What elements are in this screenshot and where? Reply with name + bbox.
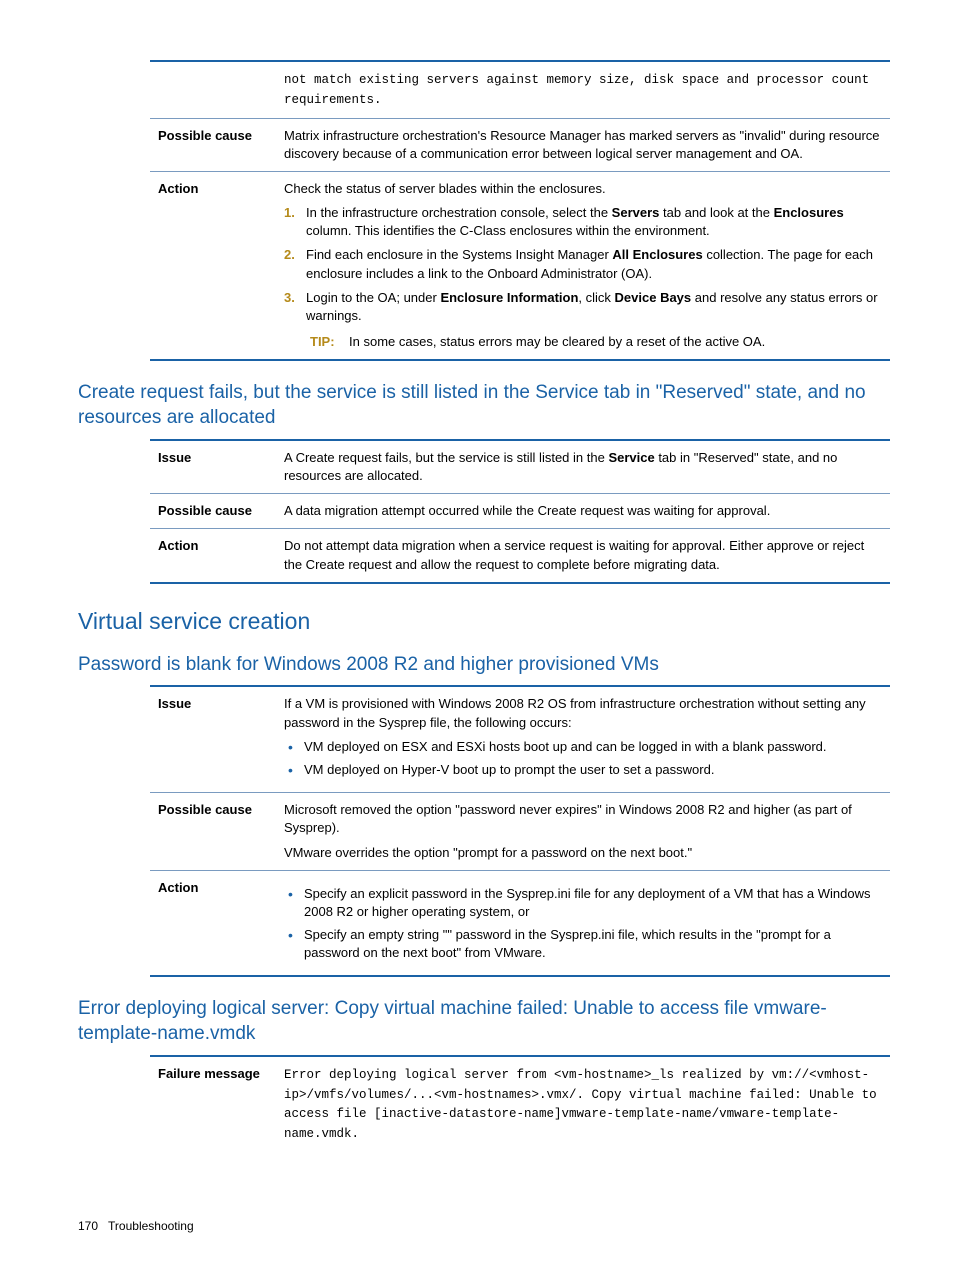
list-item: Specify an empty string "" password in t… xyxy=(284,926,882,962)
cell-content: not match existing servers against memor… xyxy=(276,61,890,118)
cell-content: Check the status of server blades within… xyxy=(276,171,890,360)
step-number: 3. xyxy=(284,289,295,307)
cell-content: A Create request fails, but the service … xyxy=(276,440,890,494)
tip-label: TIP: xyxy=(310,334,335,349)
cell-content: Error deploying logical server from <vm-… xyxy=(276,1056,890,1152)
table-row: Possible cause Matrix infrastructure orc… xyxy=(150,118,890,171)
tip-text: In some cases, status errors may be clea… xyxy=(349,334,765,349)
cell-label: Possible cause xyxy=(150,494,276,529)
page-number: 170 xyxy=(78,1219,98,1233)
step-number: 1. xyxy=(284,204,295,222)
cause-line-1: Microsoft removed the option "password n… xyxy=(284,801,882,837)
cell-content: A data migration attempt occurred while … xyxy=(276,494,890,529)
table-create-request: Issue A Create request fails, but the se… xyxy=(150,439,890,584)
cell-content: Microsoft removed the option "password n… xyxy=(276,793,890,871)
list-item: VM deployed on ESX and ESXi hosts boot u… xyxy=(284,738,882,756)
cell-label: Possible cause xyxy=(150,118,276,171)
table-row: Action Specify an explicit password in t… xyxy=(150,870,890,976)
table-row: Possible cause A data migration attempt … xyxy=(150,494,890,529)
heading-virtual-service-creation: Virtual service creation xyxy=(78,608,876,635)
code-text: not match existing servers against memor… xyxy=(284,73,869,107)
section-name: Troubleshooting xyxy=(108,1219,194,1233)
heading-error-deploying: Error deploying logical server: Copy vir… xyxy=(78,997,876,1046)
list-item: 2. Find each enclosure in the Systems In… xyxy=(284,246,882,282)
cell-label-empty xyxy=(150,61,276,118)
failure-code: Error deploying logical server from <vm-… xyxy=(284,1068,877,1141)
cell-label: Action xyxy=(150,870,276,976)
cell-label: Issue xyxy=(150,686,276,792)
list-item: 1. In the infrastructure orchestration c… xyxy=(284,204,882,240)
tip-row: TIP: In some cases, status errors may be… xyxy=(284,333,882,351)
table-row: Issue A Create request fails, but the se… xyxy=(150,440,890,494)
table-row: Issue If a VM is provisioned with Window… xyxy=(150,686,890,792)
bullet-list: Specify an explicit password in the Sysp… xyxy=(284,885,882,963)
list-item: VM deployed on Hyper-V boot up to prompt… xyxy=(284,761,882,779)
action-intro: Check the status of server blades within… xyxy=(284,181,606,196)
cell-content: Specify an explicit password in the Sysp… xyxy=(276,870,890,976)
issue-intro: If a VM is provisioned with Windows 2008… xyxy=(284,696,866,729)
table-row: Failure message Error deploying logical … xyxy=(150,1056,890,1152)
cell-label: Issue xyxy=(150,440,276,494)
table-failure-message: Failure message Error deploying logical … xyxy=(150,1055,890,1152)
table-row: Action Do not attempt data migration whe… xyxy=(150,529,890,583)
table-row: Possible cause Microsoft removed the opt… xyxy=(150,793,890,871)
cell-content: If a VM is provisioned with Windows 2008… xyxy=(276,686,890,792)
step-number: 2. xyxy=(284,246,295,264)
bullet-list: VM deployed on ESX and ESXi hosts boot u… xyxy=(284,738,882,779)
numbered-list: 1. In the infrastructure orchestration c… xyxy=(284,204,882,325)
table-row: Action Check the status of server blades… xyxy=(150,171,890,360)
cause-line-2: VMware overrides the option "prompt for … xyxy=(284,844,882,862)
list-item: 3. Login to the OA; under Enclosure Info… xyxy=(284,289,882,325)
table-password-blank: Issue If a VM is provisioned with Window… xyxy=(150,685,890,977)
table-status-invalid: not match existing servers against memor… xyxy=(150,60,890,361)
cell-content: Matrix infrastructure orchestration's Re… xyxy=(276,118,890,171)
cell-content: Do not attempt data migration when a ser… xyxy=(276,529,890,583)
heading-password-blank: Password is blank for Windows 2008 R2 an… xyxy=(78,653,876,678)
list-item: Specify an explicit password in the Sysp… xyxy=(284,885,882,921)
cell-label: Possible cause xyxy=(150,793,276,871)
heading-create-request-fails: Create request fails, but the service is… xyxy=(78,381,876,430)
cell-label: Failure message xyxy=(150,1056,276,1152)
cell-label: Action xyxy=(150,171,276,360)
page-footer: 170 Troubleshooting xyxy=(78,1219,194,1233)
table-row: not match existing servers against memor… xyxy=(150,61,890,118)
cell-label: Action xyxy=(150,529,276,583)
